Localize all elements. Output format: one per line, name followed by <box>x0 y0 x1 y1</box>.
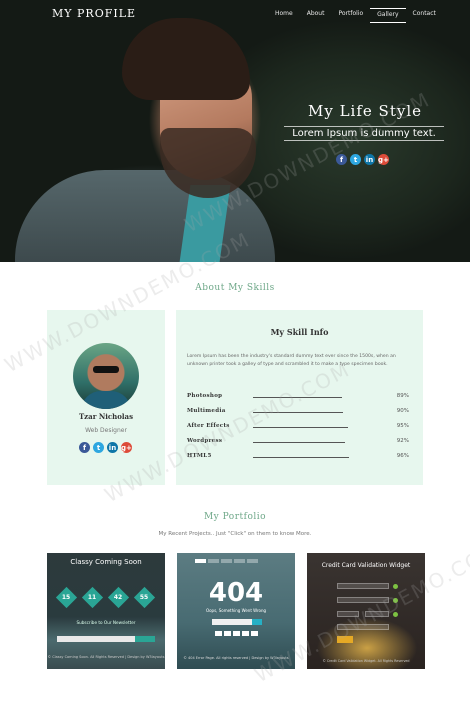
skill-name: Multimedia <box>187 408 226 414</box>
portfolio-section-title: My Portfolio <box>203 512 267 522</box>
check-icon <box>393 598 398 603</box>
skill-row: After Effects 95% <box>187 423 413 433</box>
profile-social-links: f t in g+ <box>79 442 132 453</box>
skill-row: Multimedia 90% <box>187 408 413 418</box>
google-plus-icon[interactable]: g+ <box>121 442 132 453</box>
skill-percent: 96% <box>396 453 409 459</box>
skill-bar <box>253 442 345 443</box>
mini-submit-button <box>337 636 353 643</box>
portfolio-item-404[interactable]: 404 Oops, Something Went Wrong © 404 Err… <box>177 553 295 669</box>
skill-name: HTML5 <box>187 453 212 459</box>
portfolio-item-coming-soon[interactable]: Classy Coming Soon 15 11 42 55 Subscribe… <box>47 553 165 669</box>
hero-social-links: f t in g+ <box>336 154 389 165</box>
mini-search-button <box>252 619 262 625</box>
mini-search-input <box>212 619 252 625</box>
linkedin-icon[interactable]: in <box>364 154 375 165</box>
skill-row: Photoshop 89% <box>187 393 413 403</box>
skill-row: HTML5 96% <box>187 453 413 463</box>
facebook-icon[interactable]: f <box>79 442 90 453</box>
main-nav: Home About Portfolio Gallery Contact <box>268 8 443 23</box>
counter-seconds: 55 <box>139 594 149 601</box>
skills-title: My Skill Info <box>270 327 329 337</box>
check-icon <box>393 612 398 617</box>
skill-percent: 89% <box>396 393 409 399</box>
nav-contact[interactable]: Contact <box>406 8 443 23</box>
skill-name: After Effects <box>187 423 230 429</box>
facebook-icon[interactable]: f <box>336 154 347 165</box>
counter-minutes: 42 <box>113 594 123 601</box>
mini-nav <box>195 559 258 563</box>
counter-hours: 11 <box>87 594 97 601</box>
portfolio-item-title: Credit Card Validation Widget <box>321 562 411 569</box>
skill-name: Photoshop <box>187 393 223 399</box>
twitter-icon[interactable]: t <box>93 442 104 453</box>
portfolio-item-footer: © Credit Card Validation Widget. All Rig… <box>322 659 410 663</box>
hero-title: My Life Style <box>307 102 422 120</box>
subscribe-label: Subscribe to Our Newsletter <box>76 620 136 625</box>
skill-name: Wordpress <box>187 438 223 444</box>
skill-percent: 92% <box>396 438 409 444</box>
skill-percent: 90% <box>396 408 409 414</box>
mini-field <box>337 624 389 630</box>
mini-field <box>337 611 359 617</box>
hero-subtitle: Lorem Ipsum is dummy text. <box>284 126 444 141</box>
portfolio-item-footer: © 404 Error Page. All rights reserved | … <box>183 656 289 660</box>
skill-bar <box>253 412 343 413</box>
skill-row: Wordpress 92% <box>187 438 413 448</box>
profile-name: Tzar Nicholas <box>78 412 134 421</box>
skills-description: Lorem Ipsum has been the industry's stan… <box>187 354 396 367</box>
portfolio-item-title: Classy Coming Soon <box>70 558 142 566</box>
error-code: 404 <box>208 578 264 608</box>
profile-role: Web Designer <box>85 427 127 434</box>
nav-gallery[interactable]: Gallery <box>370 8 406 23</box>
mini-social-icons <box>215 631 258 636</box>
counter-days: 15 <box>61 594 71 601</box>
google-plus-icon[interactable]: g+ <box>378 154 389 165</box>
check-icon <box>393 584 398 589</box>
skill-bar <box>253 427 348 428</box>
skill-bar <box>253 397 342 398</box>
twitter-icon[interactable]: t <box>350 154 361 165</box>
linkedin-icon[interactable]: in <box>107 442 118 453</box>
skill-bar <box>253 457 349 458</box>
portfolio-item-footer: © Classy Coming Soon. All Rights Reserve… <box>47 655 165 659</box>
portfolio-subtitle: My Recent Projects.. Just "Click" on the… <box>158 531 312 537</box>
nav-home[interactable]: Home <box>268 8 300 23</box>
subscribe-button <box>135 636 155 642</box>
skill-percent: 95% <box>396 423 409 429</box>
portfolio-item-credit-card[interactable]: Credit Card Validation Widget © Credit C… <box>307 553 425 669</box>
nav-about[interactable]: About <box>300 8 332 23</box>
mini-field <box>337 583 389 589</box>
nav-portfolio[interactable]: Portfolio <box>331 8 370 23</box>
error-message: Oops, Something Went Wrong <box>205 608 267 613</box>
skills-card: My Skill Info Lorem Ipsum has been the i… <box>176 310 423 485</box>
subscribe-input <box>57 636 135 642</box>
mini-field <box>365 611 389 617</box>
mini-field <box>337 597 389 603</box>
